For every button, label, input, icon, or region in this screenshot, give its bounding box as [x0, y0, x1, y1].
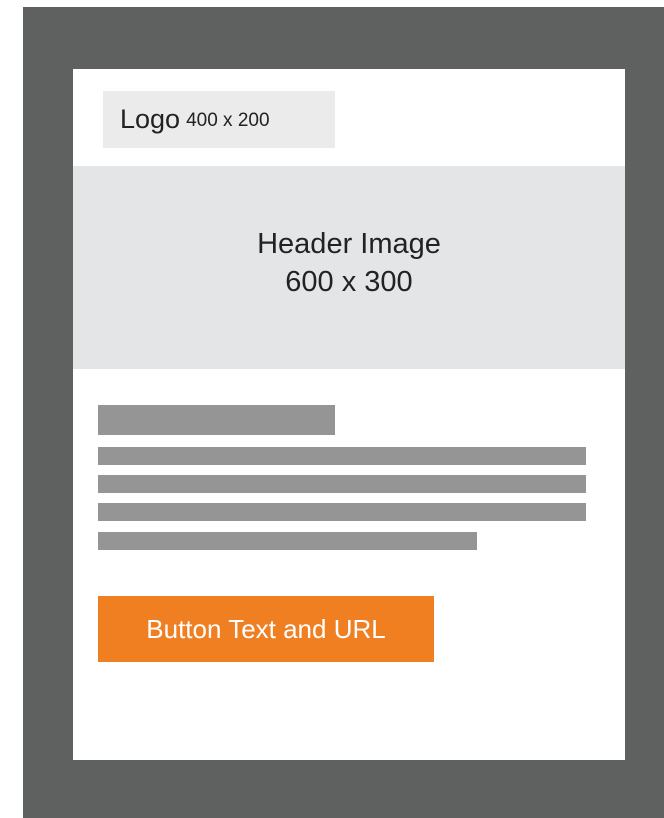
cta-button[interactable]: Button Text and URL: [98, 596, 434, 662]
heading-text-placeholder: [98, 405, 335, 435]
email-template-card: Logo 400 x 200 Header Image 600 x 300 Bu…: [73, 69, 625, 760]
body-text-placeholder-line: [98, 503, 586, 521]
cta-button-label: Button Text and URL: [146, 613, 386, 644]
logo-label: Logo: [120, 104, 181, 134]
body-text-placeholder-line: [98, 475, 586, 493]
logo-dimensions: 400 x 200: [186, 109, 270, 131]
body-text-placeholder-line: [98, 447, 586, 465]
header-image-placeholder: Header Image 600 x 300: [73, 166, 625, 369]
body-text-placeholder-line: [98, 532, 477, 550]
header-image-dimensions: 600 x 300: [285, 265, 413, 298]
header-image-label: Header Image: [257, 227, 441, 260]
logo-placeholder: Logo 400 x 200: [103, 91, 335, 148]
